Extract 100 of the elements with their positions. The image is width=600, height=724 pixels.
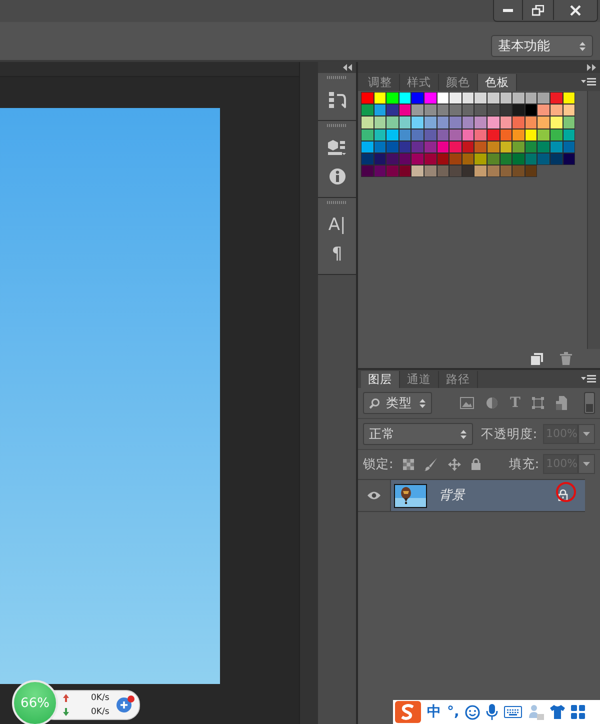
- blend-mode-dropdown[interactable]: 正常: [363, 423, 473, 445]
- color-swatch[interactable]: [424, 92, 437, 104]
- color-swatch[interactable]: [361, 104, 374, 116]
- color-swatch[interactable]: [486, 116, 500, 129]
- grid-icon[interactable]: [571, 705, 586, 719]
- color-swatch[interactable]: [550, 92, 562, 104]
- color-swatch[interactable]: [449, 116, 462, 129]
- color-swatch[interactable]: [550, 116, 562, 129]
- color-swatch[interactable]: [474, 152, 487, 166]
- color-swatch[interactable]: [449, 104, 462, 116]
- color-swatch[interactable]: [398, 165, 412, 178]
- color-swatch[interactable]: [424, 116, 437, 129]
- color-swatch[interactable]: [500, 104, 512, 116]
- color-swatch[interactable]: [512, 140, 525, 153]
- color-swatch[interactable]: [462, 116, 474, 129]
- color-swatch[interactable]: [537, 92, 550, 104]
- restore-button[interactable]: [522, 0, 553, 20]
- trash-icon[interactable]: [560, 352, 572, 365]
- color-swatch[interactable]: [398, 116, 412, 129]
- lock-icon[interactable]: [558, 489, 568, 501]
- color-swatch[interactable]: [374, 104, 386, 116]
- input-method-logo-icon[interactable]: [395, 701, 421, 723]
- color-swatch[interactable]: [449, 128, 462, 141]
- color-swatch[interactable]: [537, 128, 550, 141]
- lock-all-icon[interactable]: [470, 458, 481, 470]
- panel-glyph-icon[interactable]: A|: [328, 214, 346, 234]
- microphone-icon[interactable]: [486, 704, 498, 720]
- half-circle-icon[interactable]: [486, 397, 498, 409]
- move-icon[interactable]: [448, 458, 461, 470]
- color-swatch[interactable]: [411, 116, 424, 129]
- color-swatch[interactable]: [449, 92, 462, 104]
- color-swatch[interactable]: [411, 128, 424, 141]
- smiley-icon[interactable]: [465, 704, 480, 720]
- color-swatch[interactable]: [386, 165, 399, 178]
- color-swatch[interactable]: [449, 140, 462, 153]
- color-swatch[interactable]: [436, 116, 450, 129]
- type-filter-icon[interactable]: T: [510, 395, 520, 411]
- color-swatch[interactable]: [562, 104, 576, 116]
- color-swatch[interactable]: [474, 104, 487, 116]
- color-swatch[interactable]: [386, 92, 399, 104]
- color-swatch[interactable]: [411, 92, 424, 104]
- color-swatch[interactable]: [562, 92, 576, 104]
- color-swatch[interactable]: [398, 92, 412, 104]
- color-swatch[interactable]: [449, 152, 462, 166]
- keyboard-icon[interactable]: [504, 706, 522, 718]
- color-swatch[interactable]: [486, 92, 500, 104]
- vertical-scrollbar[interactable]: [587, 91, 600, 349]
- color-swatch[interactable]: [411, 152, 424, 166]
- color-swatch[interactable]: [524, 165, 538, 178]
- color-swatch[interactable]: [512, 92, 525, 104]
- punctuation-toggle[interactable]: °,: [447, 704, 460, 720]
- color-swatch[interactable]: [361, 128, 374, 141]
- color-swatch[interactable]: [361, 92, 374, 104]
- shape-filter-icon[interactable]: [532, 397, 544, 409]
- workspace-dropdown[interactable]: 基本功能: [491, 35, 593, 57]
- color-swatch[interactable]: [436, 165, 450, 178]
- color-swatch[interactable]: [361, 140, 374, 153]
- color-swatch[interactable]: [500, 116, 512, 129]
- color-swatch[interactable]: [524, 92, 538, 104]
- color-swatch[interactable]: [374, 92, 386, 104]
- color-swatch[interactable]: [474, 128, 487, 141]
- eye-icon[interactable]: [367, 491, 381, 500]
- color-swatch[interactable]: [486, 104, 500, 116]
- color-swatch[interactable]: [474, 140, 487, 153]
- image-filter-icon[interactable]: [460, 397, 474, 409]
- color-swatch[interactable]: [512, 116, 525, 129]
- color-swatch[interactable]: [361, 165, 374, 178]
- color-swatch[interactable]: [386, 104, 399, 116]
- new-item-icon[interactable]: [531, 352, 543, 364]
- panel-menu-icon[interactable]: [581, 375, 596, 383]
- color-swatch[interactable]: [474, 116, 487, 129]
- input-mode-toggle[interactable]: 中: [427, 703, 441, 721]
- color-swatch[interactable]: [500, 165, 512, 178]
- panel-tab[interactable]: 通道: [400, 371, 439, 388]
- color-swatch[interactable]: [474, 92, 487, 104]
- color-swatch[interactable]: [424, 104, 437, 116]
- color-swatch[interactable]: [524, 104, 538, 116]
- color-swatch[interactable]: [386, 116, 399, 129]
- filter-dropdown[interactable]: 类型: [363, 392, 432, 414]
- color-swatch[interactable]: [462, 165, 474, 178]
- color-swatch[interactable]: [374, 165, 386, 178]
- color-swatch[interactable]: [562, 116, 576, 129]
- close-button[interactable]: [553, 0, 597, 20]
- shirt-icon[interactable]: [550, 705, 566, 719]
- color-swatch[interactable]: [386, 128, 399, 141]
- minimize-button[interactable]: [494, 0, 522, 20]
- color-swatch[interactable]: [361, 152, 374, 166]
- color-swatch[interactable]: [398, 104, 412, 116]
- color-swatch[interactable]: [424, 165, 437, 178]
- color-swatch[interactable]: [411, 165, 424, 178]
- color-swatch[interactable]: [386, 152, 399, 166]
- color-swatch[interactable]: [436, 104, 450, 116]
- color-swatch[interactable]: [386, 140, 399, 153]
- color-swatch[interactable]: [524, 116, 538, 129]
- color-swatch[interactable]: [537, 152, 550, 166]
- color-swatch[interactable]: [512, 152, 525, 166]
- color-swatch[interactable]: [462, 104, 474, 116]
- layer-row[interactable]: 背景: [391, 480, 585, 511]
- color-swatch[interactable]: [411, 140, 424, 153]
- color-swatch[interactable]: [474, 165, 487, 178]
